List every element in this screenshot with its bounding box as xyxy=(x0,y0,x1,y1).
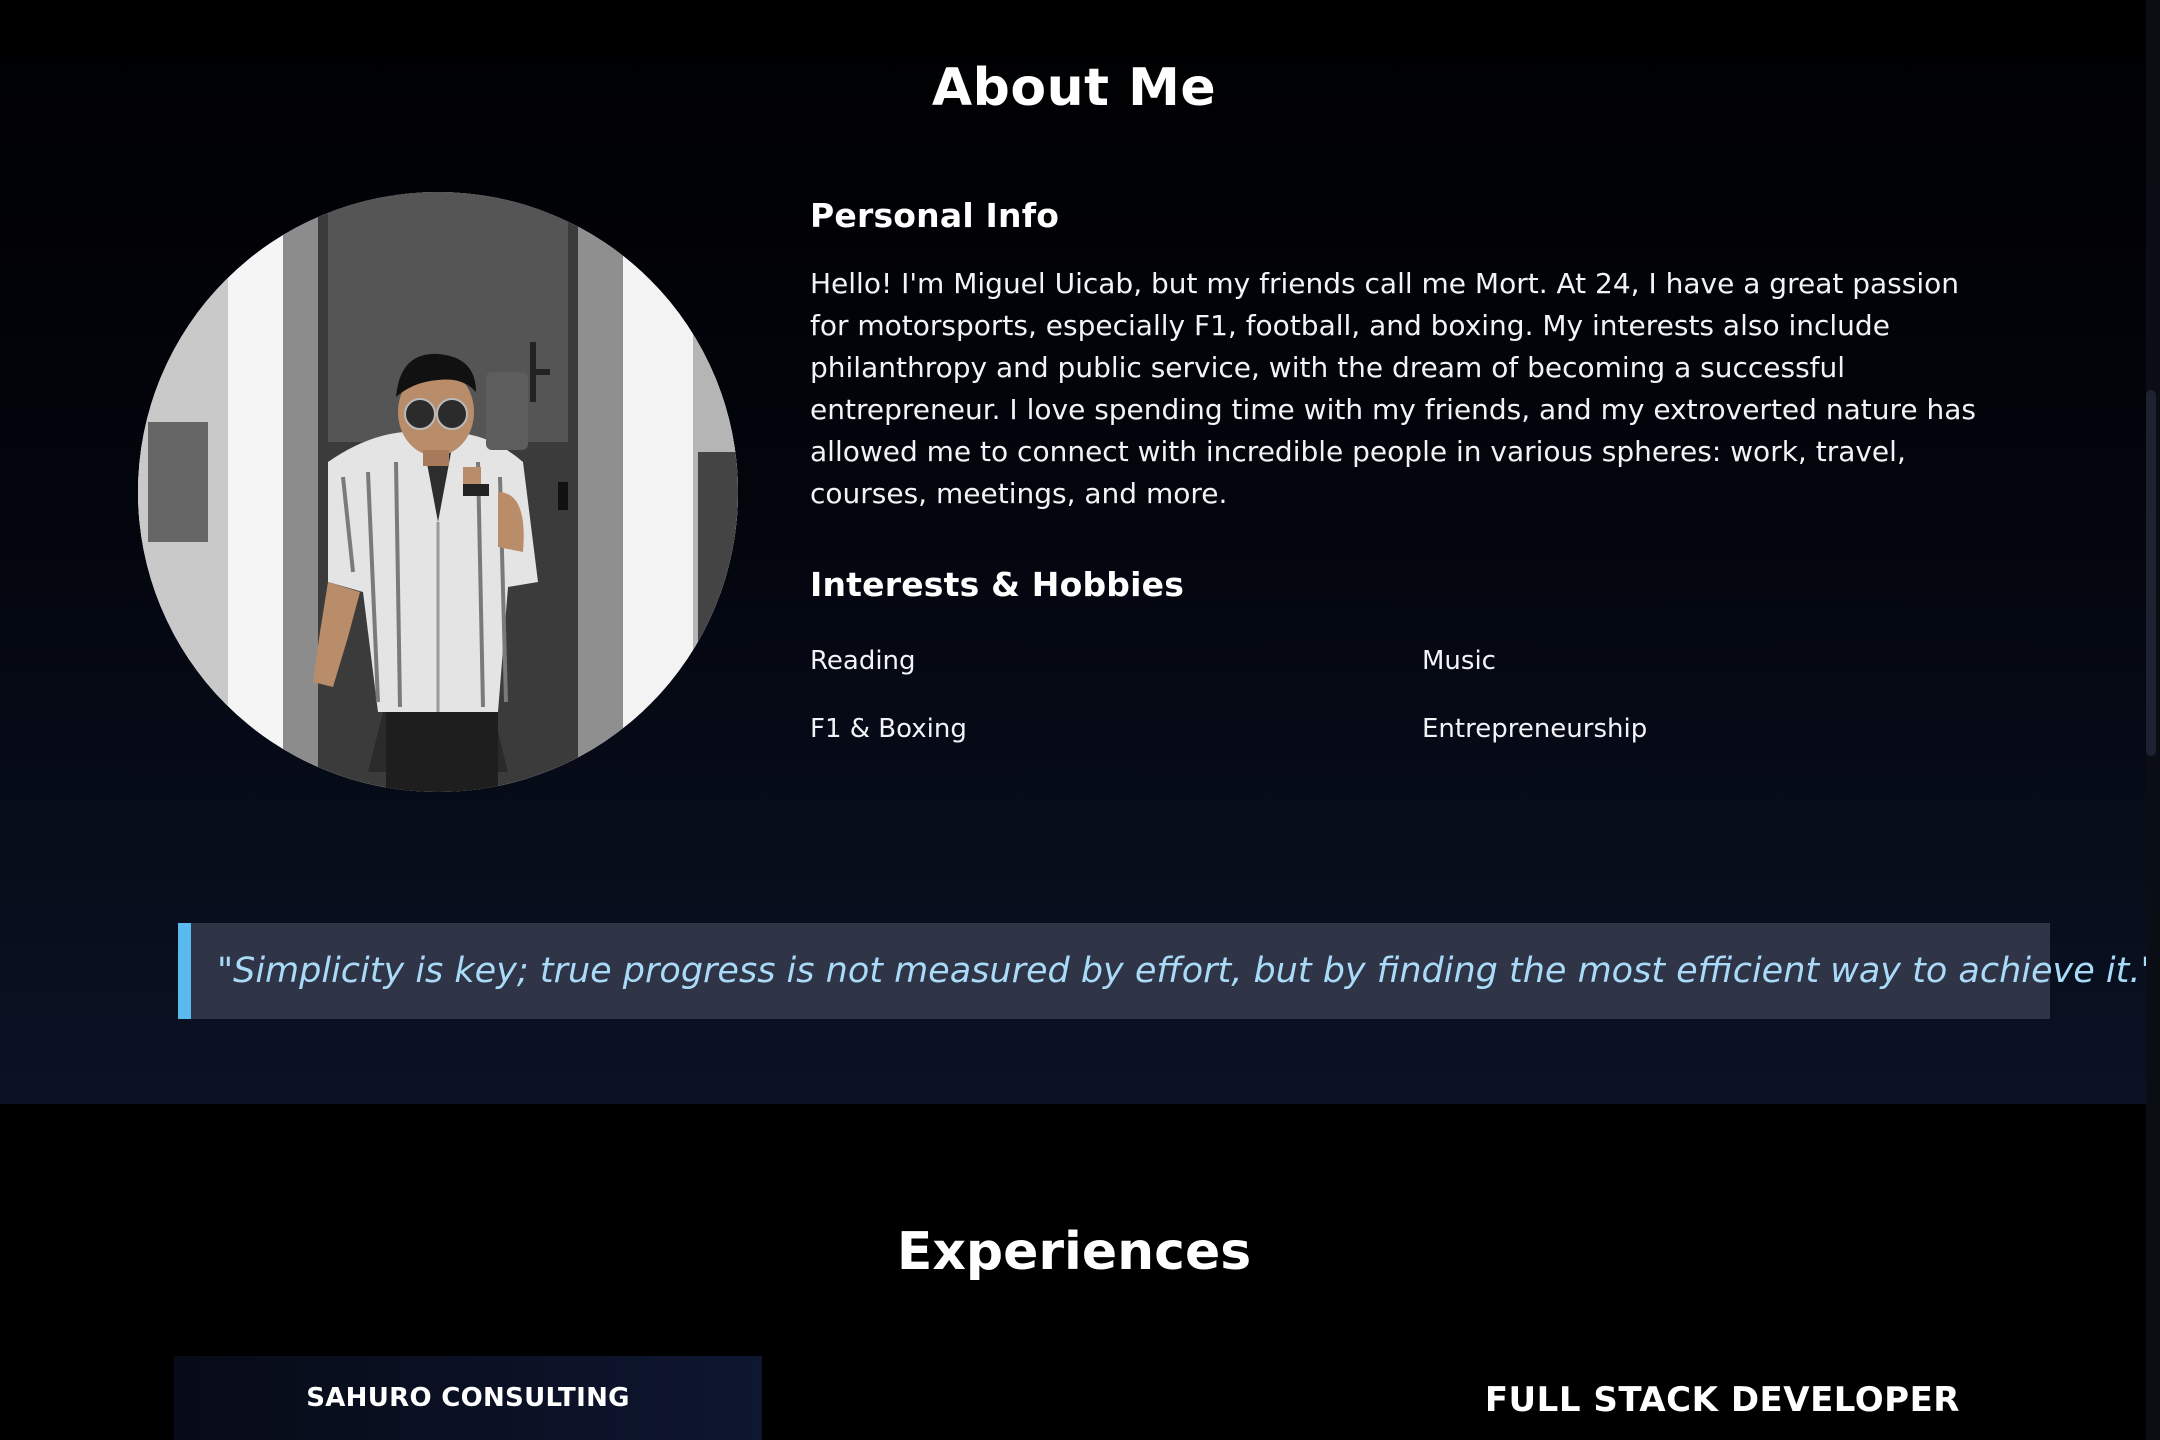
experiences-section: Experiences SAHURO CONSULTING FULL STACK… xyxy=(0,1104,2160,1440)
bio-text: Hello! I'm Miguel Uicab, but my friends … xyxy=(810,267,1976,510)
experiences-title: Experiences xyxy=(896,1222,1252,1282)
company-name: SAHURO CONSULTING xyxy=(306,1383,630,1413)
role-title: FULL STACK DEVELOPER xyxy=(1484,1380,1960,1420)
scrollbar-thumb[interactable] xyxy=(2146,390,2156,756)
interests-title: Interests & Hobbies xyxy=(810,565,1185,604)
profile-photo xyxy=(138,192,738,792)
personal-info-panel: Personal Info Hello! I'm Miguel Uicab, b… xyxy=(810,196,2000,744)
company-card[interactable]: SAHURO CONSULTING xyxy=(174,1356,762,1440)
hobby-item-music: Music xyxy=(1422,646,1496,676)
hobby-item-entrepreneurship: Entrepreneurship xyxy=(1422,714,1648,744)
hobbies-list: Reading Music F1 & Boxing Entrepreneursh… xyxy=(810,646,2000,744)
quote-block: "Simplicity is key; true progress is not… xyxy=(178,923,2157,1019)
portfolio-page: About Me Personal Info Hello! I'm Miguel… xyxy=(0,0,2160,1440)
hobby-item-reading: Reading xyxy=(810,646,916,676)
page-scrollbar[interactable] xyxy=(2146,0,2160,1440)
about-section: About Me Personal Info Hello! I'm Miguel… xyxy=(0,0,2160,1104)
hobby-item-f1-boxing: F1 & Boxing xyxy=(810,714,967,744)
profile-photo-illustration xyxy=(138,192,738,792)
personal-info-title: Personal Info xyxy=(810,196,1060,235)
about-title: About Me xyxy=(931,58,1217,118)
